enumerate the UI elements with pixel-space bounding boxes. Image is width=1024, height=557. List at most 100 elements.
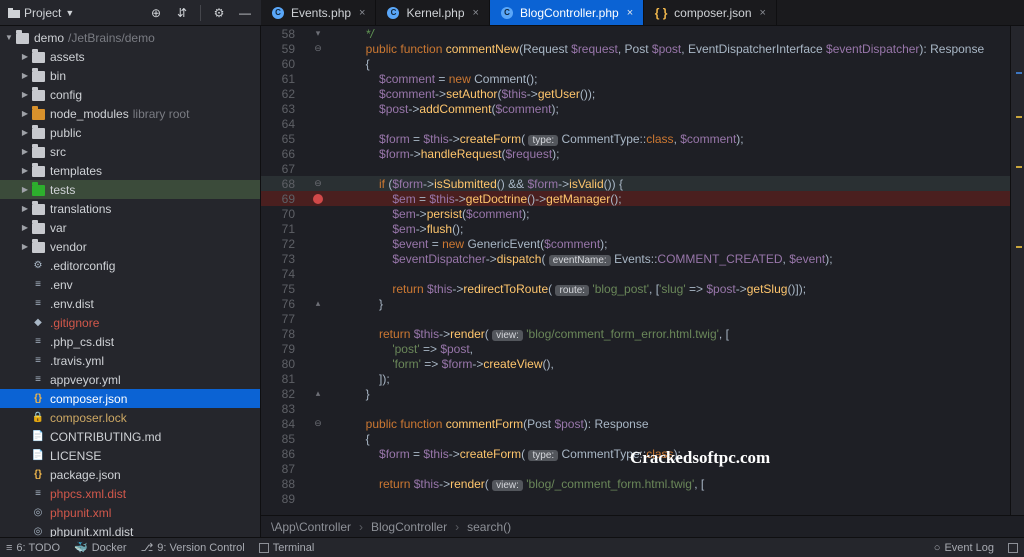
code-text[interactable]: 'post' => $post, — [331, 342, 1010, 356]
gutter[interactable] — [305, 194, 331, 204]
code-line-63[interactable]: 63 $post->addComment($comment); — [261, 101, 1010, 116]
tree-node-.env.dist[interactable]: ≡.env.dist — [0, 294, 260, 313]
code-line-78[interactable]: 78 return $this->render( view: 'blog/com… — [261, 326, 1010, 341]
code-line-80[interactable]: 80 'form' => $form->createView(), — [261, 356, 1010, 371]
error-stripe[interactable] — [1010, 26, 1024, 515]
code-line-60[interactable]: 60 { — [261, 56, 1010, 71]
tree-node-config[interactable]: ▶config — [0, 85, 260, 104]
code-text[interactable]: } — [331, 297, 1010, 311]
code-text[interactable]: 'form' => $form->createView(), — [331, 357, 1010, 371]
code-text[interactable]: $comment = new Comment(); — [331, 72, 1010, 86]
code-area[interactable]: 58▾ */59⊖ public function commentNew(Req… — [261, 26, 1010, 515]
tree-node-phpunit.xml[interactable]: ◎phpunit.xml — [0, 503, 260, 522]
tree-node-translations[interactable]: ▶translations — [0, 199, 260, 218]
code-line-65[interactable]: 65 $form = $this->createForm( type: Comm… — [261, 131, 1010, 146]
code-text[interactable]: return $this->render( view: 'blog/_comme… — [331, 477, 1010, 491]
gutter[interactable]: ⊖ — [305, 178, 331, 189]
code-line-77[interactable]: 77 — [261, 311, 1010, 326]
tab-blogcontroller-php[interactable]: CBlogController.php× — [490, 0, 644, 25]
code-line-76[interactable]: 76▴ } — [261, 296, 1010, 311]
expand-arrow-icon[interactable]: ▶ — [20, 128, 30, 137]
collapse-icon[interactable]: ⇵ — [174, 5, 190, 21]
tree-node-src[interactable]: ▶src — [0, 142, 260, 161]
expand-arrow-icon[interactable]: ▶ — [20, 204, 30, 213]
tree-node-vendor[interactable]: ▶vendor — [0, 237, 260, 256]
code-text[interactable]: $comment->setAuthor($this->getUser()); — [331, 87, 1010, 101]
tree-node-phpunit.xml.dist[interactable]: ◎phpunit.xml.dist — [0, 522, 260, 537]
code-line-64[interactable]: 64 — [261, 116, 1010, 131]
hide-icon[interactable]: — — [237, 5, 253, 21]
gutter[interactable]: ⊖ — [305, 43, 331, 54]
docker-tool[interactable]: 🐳 Docker — [74, 541, 127, 554]
close-icon[interactable]: × — [758, 7, 766, 19]
event-log[interactable]: ○ Event Log — [934, 542, 994, 554]
tree-node-node_modules[interactable]: ▶node_moduleslibrary root — [0, 104, 260, 123]
tree-node-demo[interactable]: ▼demo/JetBrains/demo — [0, 28, 260, 47]
code-line-82[interactable]: 82▴ } — [261, 386, 1010, 401]
breadcrumb-item[interactable]: \App\Controller — [271, 520, 351, 534]
tree-node-package.json[interactable]: {}package.json — [0, 465, 260, 484]
code-line-71[interactable]: 71 $em->flush(); — [261, 221, 1010, 236]
breakpoint-icon[interactable] — [313, 194, 323, 204]
tab-composer-json[interactable]: { }composer.json× — [644, 0, 777, 25]
fold-icon[interactable]: ⊖ — [314, 43, 322, 54]
gutter[interactable]: ▾ — [305, 28, 331, 39]
expand-arrow-icon[interactable]: ▶ — [20, 166, 30, 175]
tree-node-.php_cs.dist[interactable]: ≡.php_cs.dist — [0, 332, 260, 351]
gutter[interactable]: ▴ — [305, 298, 331, 309]
code-line-59[interactable]: 59⊖ public function commentNew(Request $… — [261, 41, 1010, 56]
tree-node-.editorconfig[interactable]: ⚙.editorconfig — [0, 256, 260, 275]
code-line-84[interactable]: 84⊖ public function commentForm(Post $po… — [261, 416, 1010, 431]
code-text[interactable]: $em->flush(); — [331, 222, 1010, 236]
code-line-87[interactable]: 87 — [261, 461, 1010, 476]
code-line-70[interactable]: 70 $em->persist($comment); — [261, 206, 1010, 221]
expand-arrow-icon[interactable]: ▶ — [20, 185, 30, 194]
code-text[interactable]: public function commentNew(Request $requ… — [331, 42, 1010, 56]
todo-tool[interactable]: ≡ 6: TODO — [6, 542, 60, 554]
breadcrumb-item[interactable]: search() — [467, 520, 511, 534]
code-text[interactable]: public function commentForm(Post $post):… — [331, 417, 1010, 431]
code-line-89[interactable]: 89 — [261, 491, 1010, 506]
code-line-66[interactable]: 66 $form->handleRequest($request); — [261, 146, 1010, 161]
fold-icon[interactable]: ⊖ — [314, 418, 322, 429]
code-line-61[interactable]: 61 $comment = new Comment(); — [261, 71, 1010, 86]
tree-node-composer.json[interactable]: {}composer.json — [0, 389, 260, 408]
code-line-73[interactable]: 73 $eventDispatcher->dispatch( eventName… — [261, 251, 1010, 266]
target-icon[interactable]: ⊕ — [148, 5, 164, 21]
code-text[interactable]: } — [331, 387, 1010, 401]
expand-arrow-icon[interactable]: ▶ — [20, 109, 30, 118]
expand-arrow-icon[interactable]: ▶ — [20, 242, 30, 251]
code-line-83[interactable]: 83 — [261, 401, 1010, 416]
expand-arrow-icon[interactable]: ▶ — [20, 52, 30, 61]
code-line-58[interactable]: 58▾ */ — [261, 26, 1010, 41]
expand-arrow-icon[interactable]: ▶ — [20, 147, 30, 156]
tree-node-.travis.yml[interactable]: ≡.travis.yml — [0, 351, 260, 370]
expand-arrow-icon[interactable]: ▶ — [20, 71, 30, 80]
code-line-72[interactable]: 72 $event = new GenericEvent($comment); — [261, 236, 1010, 251]
tree-node-var[interactable]: ▶var — [0, 218, 260, 237]
code-text[interactable]: $event = new GenericEvent($comment); — [331, 237, 1010, 251]
code-line-69[interactable]: 69 $em = $this->getDoctrine()->getManage… — [261, 191, 1010, 206]
tree-node-assets[interactable]: ▶assets — [0, 47, 260, 66]
code-line-79[interactable]: 79 'post' => $post, — [261, 341, 1010, 356]
tree-node-.env[interactable]: ≡.env — [0, 275, 260, 294]
code-text[interactable]: $em->persist($comment); — [331, 207, 1010, 221]
expand-arrow-icon[interactable]: ▼ — [4, 33, 14, 42]
vcs-tool[interactable]: ⎇ 9: Version Control — [141, 541, 245, 554]
memory-indicator[interactable] — [1008, 543, 1018, 553]
code-text[interactable]: { — [331, 432, 1010, 446]
tree-node-.gitignore[interactable]: ◆.gitignore — [0, 313, 260, 332]
tree-node-public[interactable]: ▶public — [0, 123, 260, 142]
code-text[interactable]: ]); — [331, 372, 1010, 386]
breadcrumb[interactable]: \App\Controller›BlogController›search() — [261, 515, 1024, 537]
code-line-86[interactable]: 86 $form = $this->createForm( type: Comm… — [261, 446, 1010, 461]
code-text[interactable]: if ($form->isSubmitted() && $form->isVal… — [331, 177, 1010, 191]
tree-node-tests[interactable]: ▶tests — [0, 180, 260, 199]
gutter[interactable]: ⊖ — [305, 418, 331, 429]
fold-icon[interactable]: ▴ — [316, 298, 321, 309]
gutter[interactable]: ▴ — [305, 388, 331, 399]
code-text[interactable]: { — [331, 57, 1010, 71]
tab-events-php[interactable]: CEvents.php× — [261, 0, 376, 25]
code-line-81[interactable]: 81 ]); — [261, 371, 1010, 386]
close-icon[interactable]: × — [471, 7, 479, 19]
